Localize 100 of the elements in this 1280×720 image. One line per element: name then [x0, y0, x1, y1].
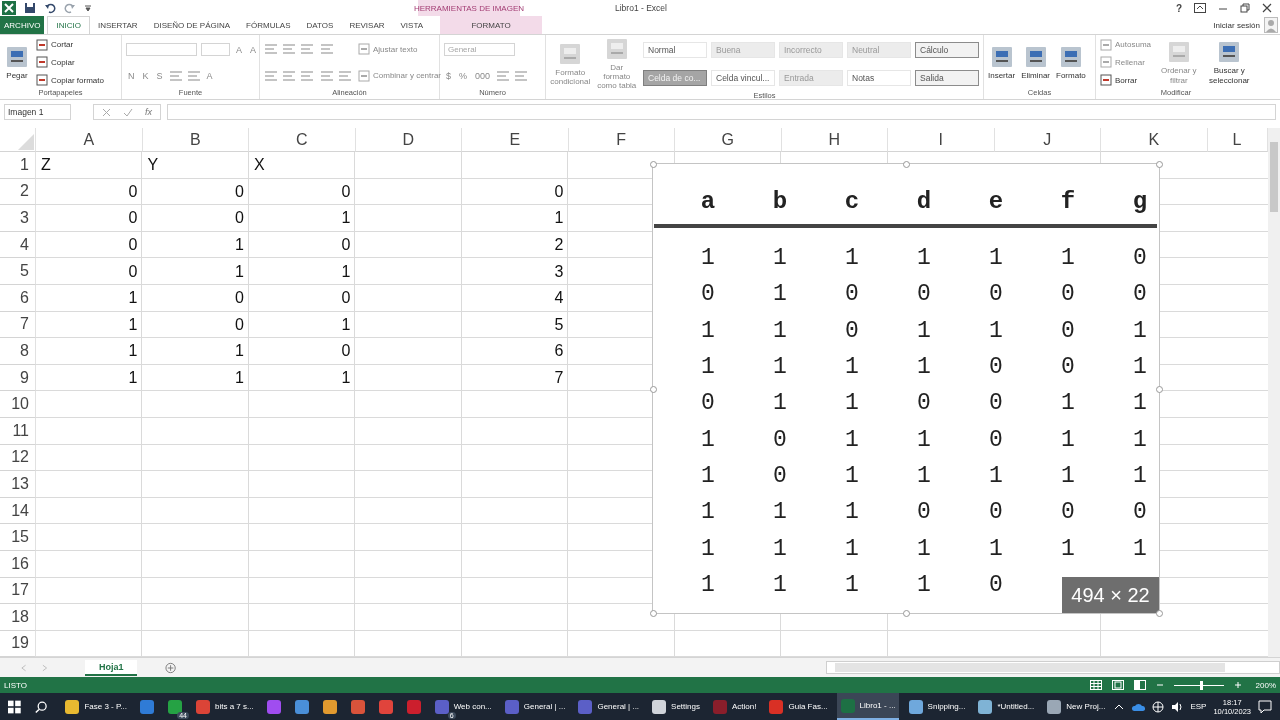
column-header[interactable]: L	[1207, 128, 1268, 152]
ribbon-button[interactable]: Cortar	[36, 38, 74, 51]
format-button[interactable]: %	[457, 71, 470, 81]
format-button[interactable]: A	[204, 71, 215, 81]
row-header[interactable]: 15	[0, 524, 36, 551]
row-header[interactable]: 12	[0, 444, 36, 472]
column-header[interactable]: B	[142, 128, 249, 152]
taskbar-app[interactable]: Action!	[709, 693, 760, 720]
format-icon[interactable]	[282, 43, 296, 56]
column-header[interactable]: F	[568, 128, 675, 152]
row-header[interactable]: 8	[0, 338, 36, 365]
ribbon-tab[interactable]: REVISAR	[341, 16, 393, 34]
resize-handle[interactable]	[1156, 385, 1163, 393]
resize-handle[interactable]	[903, 610, 910, 617]
resize-handle[interactable]	[650, 161, 657, 168]
row-header[interactable]: 11	[0, 417, 36, 445]
sheet-tab[interactable]: Hoja1	[84, 659, 138, 676]
resize-handle[interactable]	[1156, 610, 1163, 617]
horizontal-scrollbar[interactable]	[825, 661, 1280, 674]
cell-style[interactable]: Notas	[847, 69, 911, 86]
format-icon[interactable]	[514, 70, 529, 82]
taskbar-app[interactable]: Fase 3 - P...	[61, 693, 130, 720]
row-header[interactable]: 17	[0, 577, 36, 605]
format-icon[interactable]	[282, 69, 296, 82]
row-header[interactable]: 18	[0, 604, 36, 631]
row-header[interactable]: 6	[0, 284, 36, 312]
customize-icon[interactable]	[84, 4, 92, 12]
row-header[interactable]: 9	[0, 364, 36, 392]
chevron-up-icon[interactable]	[1114, 702, 1125, 711]
ribbon-button[interactable]: Pegar	[4, 44, 30, 81]
resize-handle[interactable]	[903, 161, 910, 168]
format-icon[interactable]	[264, 69, 278, 82]
ribbon-tab[interactable]: FÓRMULAS	[238, 16, 299, 34]
formula-input[interactable]	[167, 104, 1276, 120]
ribbon-button[interactable]: Copiar formato	[36, 74, 104, 87]
restore-icon[interactable]	[1240, 3, 1250, 13]
ribbon-button[interactable]: Borrar	[1100, 74, 1138, 87]
format-button[interactable]: 000	[473, 71, 493, 81]
row-header[interactable]: 10	[0, 391, 36, 418]
taskbar-app[interactable]: Snipping...	[904, 693, 969, 720]
zoom-in-icon[interactable]	[1233, 681, 1242, 689]
column-header[interactable]: E	[462, 128, 569, 152]
ribbon-button[interactable]: Eliminar	[1021, 44, 1051, 81]
row-header[interactable]: 5	[0, 258, 36, 285]
format-icon[interactable]	[168, 70, 183, 82]
row-header[interactable]: 19	[0, 630, 36, 657]
taskbar-app[interactable]: General | ...	[574, 693, 643, 720]
undo-icon[interactable]	[44, 2, 56, 14]
vertical-scrollbar[interactable]	[1268, 128, 1280, 657]
taskbar-app[interactable]: Guia Fas...	[765, 693, 831, 720]
format-icon[interactable]	[496, 70, 511, 82]
format-icon[interactable]	[264, 43, 278, 56]
row-header[interactable]: 2	[0, 178, 36, 206]
taskbar-app[interactable]: General | ...	[500, 693, 569, 720]
ribbon-display-icon[interactable]	[1194, 3, 1206, 13]
slider-thumb[interactable]	[1200, 680, 1204, 690]
dropdown-field[interactable]	[201, 43, 230, 56]
ribbon-tab[interactable]: INSERTAR	[89, 16, 146, 34]
normal-view-icon[interactable]	[1089, 680, 1102, 690]
taskbar-app[interactable]: *Untitled...	[974, 693, 1038, 720]
column-header[interactable]: J	[994, 128, 1101, 152]
previous-sheet-icon[interactable]	[20, 663, 28, 672]
taskbar-app[interactable]: bits a 7 s...	[192, 693, 257, 720]
format-icon[interactable]	[300, 43, 314, 56]
row-header[interactable]: 13	[0, 471, 36, 498]
row-header[interactable]: 4	[0, 231, 36, 259]
dropdown-field[interactable]	[126, 43, 197, 56]
taskbar-app[interactable]: Libro1 - ...	[836, 693, 899, 720]
page-break-icon[interactable]	[1133, 680, 1146, 690]
format-button[interactable]: A	[248, 44, 259, 55]
format-icon[interactable]	[186, 70, 201, 82]
column-header[interactable]: D	[355, 128, 462, 152]
pasted-image[interactable]: a b c d e f g 1 1 1 1 1 1 0 0 1 0 0 0 0 0 1 1 0 1 1 0 1 1 1 1 1 0 0 1 0 1 1 0 0 1 1 1 0 1 1 0 1 1 1 0 1 1 1 1 1 1 1 1 0 0 0 0 1 1 1 1 1 1 1 1 1 1 1 0 494 × 22	[652, 163, 1160, 614]
sign-in-link[interactable]: Iniciar sesión	[1213, 20, 1260, 30]
ribbon-tab[interactable]: FORMATO	[440, 16, 543, 34]
resize-handle[interactable]	[650, 385, 657, 393]
row-header[interactable]: 3	[0, 205, 36, 232]
cloud-icon[interactable]	[1131, 701, 1146, 712]
format-icon[interactable]	[338, 69, 352, 82]
page-layout-icon[interactable]	[1111, 680, 1124, 690]
cell-style[interactable]: Celda vincul...	[711, 69, 775, 86]
cell-style[interactable]: Salida	[915, 69, 979, 86]
format-icon[interactable]	[320, 69, 334, 82]
ribbon-tab[interactable]: DATOS	[298, 16, 342, 34]
ribbon-tab[interactable]: DISEÑO DE PÁGINA	[145, 16, 239, 34]
add-sheet-icon[interactable]	[165, 661, 177, 674]
insert-function-button[interactable]: fx	[145, 107, 152, 117]
globe-icon[interactable]	[1152, 700, 1165, 713]
format-icon[interactable]	[300, 69, 314, 82]
ribbon-tab[interactable]: ARCHIVO	[0, 16, 45, 34]
redo-icon[interactable]	[64, 2, 76, 14]
zoom-level[interactable]: 200%	[1255, 680, 1276, 690]
format-button[interactable]: A	[234, 44, 244, 55]
ribbon-button[interactable]: Copiar	[36, 56, 75, 69]
row-header[interactable]: 1	[0, 152, 36, 179]
language-indicator[interactable]: ESP	[1190, 702, 1207, 711]
row-header[interactable]: 7	[0, 311, 36, 339]
format-button[interactable]: S	[154, 71, 165, 81]
row-header[interactable]: 16	[0, 550, 36, 578]
row-header[interactable]: 14	[0, 497, 36, 525]
